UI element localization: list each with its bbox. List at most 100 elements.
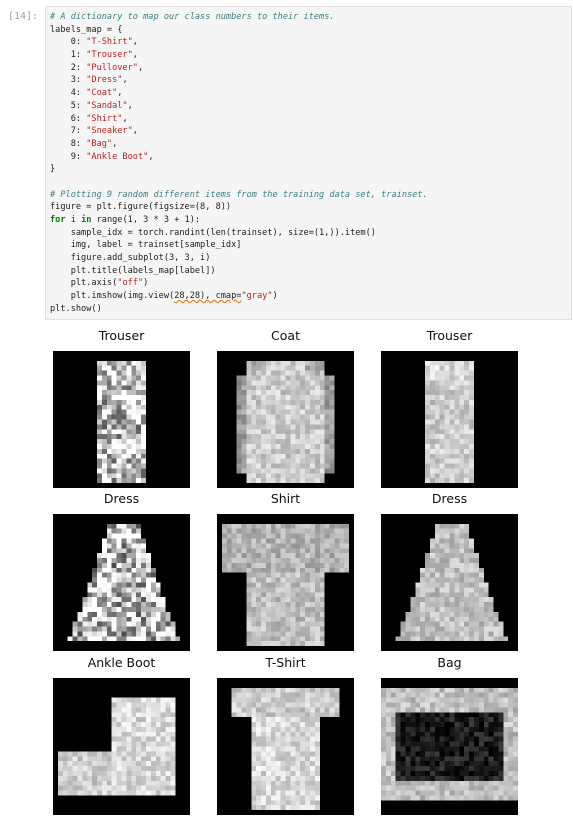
pixel xyxy=(261,543,266,549)
pixel xyxy=(454,365,460,371)
pixel xyxy=(319,572,325,578)
pixel xyxy=(415,712,421,718)
pixel xyxy=(429,582,435,588)
pixel xyxy=(285,395,291,400)
pixel xyxy=(454,587,460,593)
pixel xyxy=(290,443,296,449)
subplot-image xyxy=(381,514,518,651)
pixel xyxy=(170,621,176,627)
pixel xyxy=(464,404,470,410)
pixel xyxy=(270,597,276,603)
pixel xyxy=(290,770,296,776)
pixel xyxy=(508,736,514,742)
pixel xyxy=(165,697,171,703)
pixel xyxy=(439,473,445,479)
pixel xyxy=(339,553,345,559)
pixel xyxy=(246,548,252,554)
pixel xyxy=(141,468,146,474)
pixel xyxy=(221,548,227,554)
code-token: "Sandal" xyxy=(86,100,128,111)
pixel xyxy=(459,687,465,693)
pixel xyxy=(493,621,499,627)
pixel xyxy=(141,399,146,405)
pixel xyxy=(131,543,137,549)
pixel xyxy=(251,567,257,573)
pixel xyxy=(513,780,518,786)
pixel xyxy=(131,360,137,366)
pixel xyxy=(256,419,262,425)
pixel xyxy=(121,424,127,430)
pixel xyxy=(126,468,132,474)
pixel xyxy=(439,414,445,420)
pixel xyxy=(410,636,416,642)
pixel xyxy=(165,746,171,752)
pixel xyxy=(241,419,247,425)
pixel xyxy=(439,390,445,396)
pixel xyxy=(420,741,426,747)
pixel xyxy=(444,404,450,410)
pixel xyxy=(261,611,266,617)
pixel xyxy=(469,443,474,449)
pixel xyxy=(434,409,440,415)
pixel xyxy=(141,775,146,781)
code-cell[interactable]: # A dictionary to map our class numbers … xyxy=(45,6,572,320)
pixel xyxy=(420,602,426,607)
pixel xyxy=(459,533,465,539)
pixel xyxy=(439,439,445,444)
pixel xyxy=(145,731,151,737)
pixel xyxy=(400,631,406,637)
code-editor[interactable]: # A dictionary to map our class numbers … xyxy=(50,11,428,316)
pixel xyxy=(72,631,78,637)
pixel xyxy=(270,707,276,713)
pixel xyxy=(390,751,396,757)
pixel xyxy=(150,726,156,732)
pixel xyxy=(270,621,276,627)
pixel xyxy=(241,453,247,459)
pixel xyxy=(444,380,450,386)
pixel xyxy=(275,523,281,529)
pixel xyxy=(449,429,455,435)
pixel xyxy=(305,453,310,459)
pixel xyxy=(116,602,122,607)
pixel xyxy=(305,780,310,786)
pixel xyxy=(251,419,257,425)
pixel xyxy=(344,543,350,549)
pixel xyxy=(275,697,281,703)
pixel xyxy=(305,766,310,771)
pixel xyxy=(454,597,460,603)
pixel xyxy=(136,606,142,612)
pixel xyxy=(256,621,262,627)
pixel xyxy=(324,697,330,703)
pixel xyxy=(290,687,296,693)
pixel xyxy=(429,697,435,703)
pixel xyxy=(488,785,494,791)
pixel xyxy=(415,606,421,612)
pixel xyxy=(236,687,242,693)
pixel xyxy=(439,770,445,776)
pixel xyxy=(226,538,232,544)
pixel xyxy=(464,631,470,637)
pixel xyxy=(454,439,460,444)
pixel xyxy=(459,702,465,708)
pixel xyxy=(305,770,310,776)
pixel xyxy=(270,577,276,583)
pixel xyxy=(155,611,161,617)
pixel xyxy=(97,616,102,622)
pixel xyxy=(429,790,435,796)
pixel xyxy=(126,775,132,781)
pixel xyxy=(439,795,445,801)
pixel xyxy=(324,468,330,474)
pixel xyxy=(429,736,435,742)
pixel xyxy=(261,592,266,598)
pixel xyxy=(410,616,416,622)
pixel xyxy=(97,582,102,588)
pixel xyxy=(464,751,470,757)
pixel xyxy=(236,395,242,400)
pixel xyxy=(285,717,291,723)
pixel xyxy=(270,558,276,563)
pixel xyxy=(62,770,68,776)
pixel xyxy=(77,770,83,776)
pixel xyxy=(131,707,137,713)
pixel xyxy=(434,790,440,796)
pixel xyxy=(261,453,266,459)
